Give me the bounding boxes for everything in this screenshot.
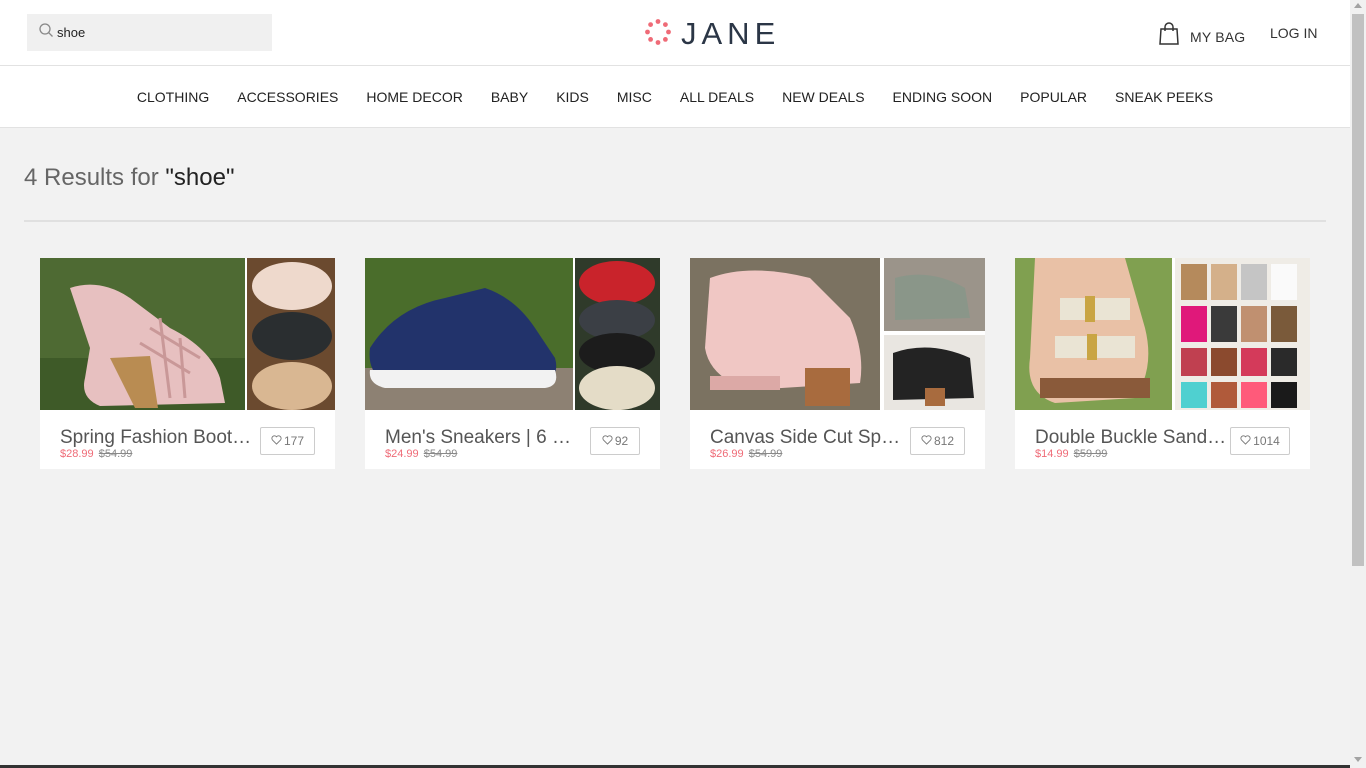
favorite-count: 812 [933,434,955,448]
product-card[interactable]: Men's Sneakers | 6 Colors $24.99 $54.99 … [365,258,660,469]
favorite-button[interactable]: 812 [910,427,965,455]
site-logo[interactable]: JANE [644,16,780,52]
product-image-booties[interactable] [40,258,335,410]
search-input[interactable] [57,25,257,40]
heart-icon [921,434,934,448]
original-price: $54.99 [98,448,133,460]
my-bag-button[interactable]: MY BAG [1158,22,1245,51]
product-image-sandals[interactable] [1015,258,1310,410]
product-name[interactable]: Men's Sneakers | 6 Colors [385,427,580,449]
nav-item-new-deals[interactable]: NEW DEALS [782,89,864,105]
sale-price: $14.99 [1035,448,1069,460]
scroll-up-arrow-icon[interactable] [1354,3,1362,8]
original-price: $54.99 [748,448,783,460]
results-count: 4 Results for [24,164,166,191]
favorite-button[interactable]: 92 [590,427,640,455]
nav-item-popular[interactable]: POPULAR [1020,89,1087,105]
nav-item-sneak-peeks[interactable]: SNEAK PEEKS [1115,89,1213,105]
product-price: $28.99 $54.99 [60,448,132,460]
category-nav: CLOTHING ACCESSORIES HOME DECOR BABY KID… [0,66,1350,128]
product-price: $24.99 $54.99 [385,448,457,460]
sale-price: $28.99 [60,448,94,460]
heart-icon [271,434,284,448]
login-link[interactable]: LOG IN [1270,25,1317,41]
nav-item-ending-soon[interactable]: ENDING SOON [893,89,993,105]
my-bag-label: MY BAG [1190,28,1246,45]
nav-item-home-decor[interactable]: HOME DECOR [366,89,462,105]
product-card[interactable]: Canvas Side Cut Spring Booties $26.99 $5… [690,258,985,469]
nav-item-accessories[interactable]: ACCESSORIES [237,89,338,105]
product-card[interactable]: Double Buckle Sandals $14.99 $59.99 1014 [1015,258,1310,469]
favorite-count: 177 [283,434,305,448]
favorite-button[interactable]: 177 [260,427,315,455]
product-card[interactable]: Spring Fashion Booties | 3 Colors $28.99… [40,258,335,469]
sale-price: $26.99 [710,448,744,460]
scroll-down-arrow-icon[interactable] [1354,757,1362,762]
dotted-circle-logo-icon [644,18,672,51]
results-heading: 4 Results for "shoe" [24,164,234,192]
search-bar[interactable] [27,14,272,51]
favorite-count: 1014 [1253,434,1280,448]
heart-icon [602,434,615,448]
nav-item-kids[interactable]: KIDS [556,89,589,105]
nav-item-all-deals[interactable]: ALL DEALS [680,89,754,105]
sale-price: $24.99 [385,448,419,460]
nav-item-baby[interactable]: BABY [491,89,528,105]
favorite-button[interactable]: 1014 [1230,427,1290,455]
search-icon [38,22,54,43]
site-header: JANE MY BAG LOG IN [0,0,1350,66]
nav-item-misc[interactable]: MISC [617,89,652,105]
product-image-sneakers[interactable] [365,258,660,410]
original-price: $59.99 [1073,448,1108,460]
scrollbar-thumb[interactable] [1352,14,1364,566]
product-name[interactable]: Double Buckle Sandals [1035,427,1230,449]
heart-icon [1240,434,1253,448]
product-name[interactable]: Spring Fashion Booties | 3 Colors [60,427,255,449]
page-scrollbar[interactable] [1350,0,1366,768]
favorite-count: 92 [614,434,629,448]
product-price: $14.99 $59.99 [1035,448,1107,460]
product-price: $26.99 $54.99 [710,448,782,460]
divider [24,220,1326,222]
product-image-canvas-booties[interactable] [690,258,985,410]
product-name[interactable]: Canvas Side Cut Spring Booties [710,427,905,449]
nav-item-clothing[interactable]: CLOTHING [137,89,209,105]
original-price: $54.99 [423,448,458,460]
shopping-bag-icon [1158,22,1180,51]
logo-text: JANE [681,16,781,51]
results-query: "shoe" [165,164,235,191]
